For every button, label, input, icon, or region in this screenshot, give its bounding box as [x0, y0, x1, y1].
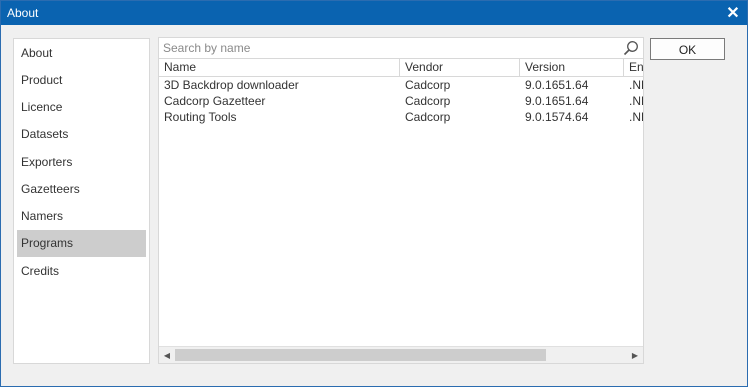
scrollbar-thumb[interactable]: [175, 349, 546, 361]
window-title: About: [7, 6, 39, 20]
category-list: About Product Licence Datasets Exporters…: [13, 38, 150, 364]
cell-version: 9.0.1651.64: [525, 94, 589, 108]
column-header-version[interactable]: Version: [520, 59, 624, 76]
cell-vendor: Cadcorp: [405, 78, 451, 92]
table-row[interactable]: 3D Backdrop downloader Cadcorp 9.0.1651.…: [159, 77, 643, 93]
cell-name: Routing Tools: [164, 110, 237, 124]
about-dialog: About ✕ About Product Licence Datasets E…: [0, 0, 748, 387]
nav-item-gazetteers[interactable]: Gazetteers: [17, 176, 146, 203]
search-bar: [159, 38, 643, 59]
ok-button[interactable]: OK: [650, 38, 725, 60]
table-row[interactable]: Cadcorp Gazetteer Cadcorp 9.0.1651.64 .N…: [159, 93, 643, 109]
nav-item-licence[interactable]: Licence: [17, 94, 146, 121]
scroll-right-arrow-icon[interactable]: ▶: [627, 347, 643, 363]
nav-item-namers[interactable]: Namers: [17, 203, 146, 230]
nav-item-about[interactable]: About: [17, 40, 146, 67]
cell-engine: .NE: [629, 110, 643, 124]
column-header-vendor[interactable]: Vendor: [400, 59, 520, 76]
cell-name: 3D Backdrop downloader: [164, 78, 299, 92]
nav-item-product[interactable]: Product: [17, 67, 146, 94]
column-header-name[interactable]: Name: [159, 59, 400, 76]
title-bar: About ✕: [1, 1, 747, 25]
cell-version: 9.0.1651.64: [525, 78, 589, 92]
cell-engine: .NE: [629, 78, 643, 92]
nav-item-programs[interactable]: Programs: [17, 230, 146, 257]
scrollbar-track[interactable]: [175, 347, 627, 363]
search-icon[interactable]: [623, 40, 639, 56]
programs-panel: Name Vendor Version En 3D Backdrop downl…: [158, 37, 644, 364]
table-row[interactable]: Routing Tools Cadcorp 9.0.1574.64 .NE: [159, 109, 643, 125]
nav-item-datasets[interactable]: Datasets: [17, 121, 146, 148]
cell-version: 9.0.1574.64: [525, 110, 589, 124]
program-table: 3D Backdrop downloader Cadcorp 9.0.1651.…: [159, 77, 643, 125]
search-input[interactable]: [163, 40, 613, 56]
close-icon: ✕: [726, 5, 740, 22]
horizontal-scrollbar[interactable]: ◀ ▶: [159, 346, 643, 363]
cell-vendor: Cadcorp: [405, 94, 451, 108]
cell-engine: .NE: [629, 94, 643, 108]
column-header-engine[interactable]: En: [624, 59, 643, 76]
nav-item-credits[interactable]: Credits: [17, 258, 146, 285]
cell-name: Cadcorp Gazetteer: [164, 94, 266, 108]
table-header: Name Vendor Version En: [159, 59, 643, 77]
cell-vendor: Cadcorp: [405, 110, 451, 124]
scroll-left-arrow-icon[interactable]: ◀: [159, 347, 175, 363]
nav-item-exporters[interactable]: Exporters: [17, 149, 146, 176]
close-button[interactable]: ✕: [719, 1, 747, 25]
